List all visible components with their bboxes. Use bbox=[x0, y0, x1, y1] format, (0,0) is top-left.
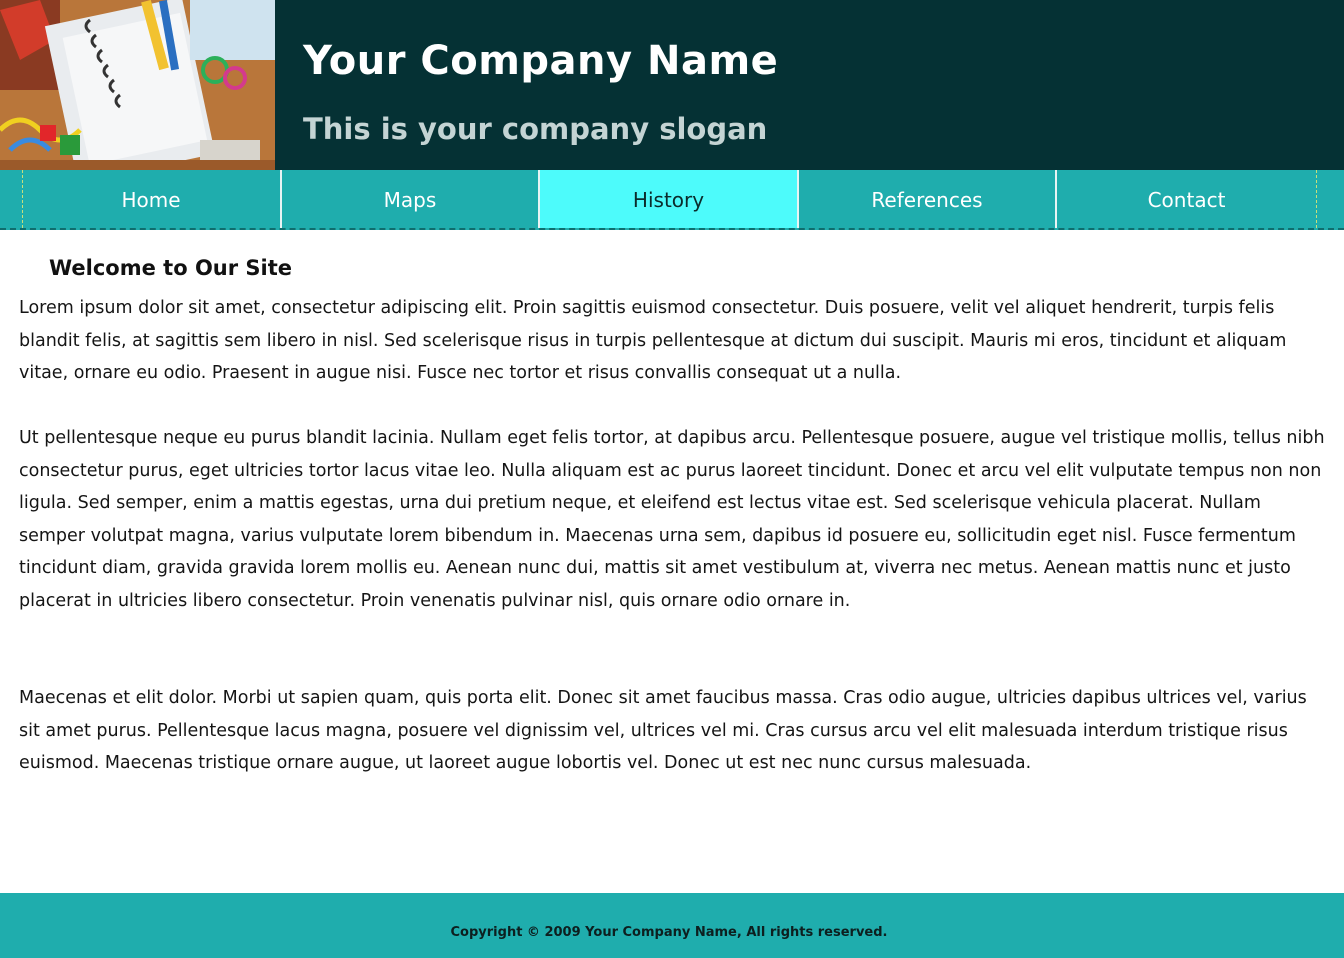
nav-item-references[interactable]: References bbox=[799, 170, 1057, 228]
content-paragraph: Lorem ipsum dolor sit amet, consectetur … bbox=[19, 298, 1287, 384]
nav-item-history[interactable]: History bbox=[540, 170, 799, 228]
company-name: Your Company Name bbox=[303, 38, 779, 84]
nav-item-contact[interactable]: Contact bbox=[1057, 170, 1316, 228]
content-paragraph: Maecenas et elit dolor. Morbi ut sapien … bbox=[19, 688, 1307, 774]
office-supplies-icon bbox=[0, 0, 275, 170]
site-footer: Copyright © 2009 Your Company Name, All … bbox=[0, 893, 1344, 958]
nav-divider bbox=[1316, 170, 1317, 228]
nav-item-home[interactable]: Home bbox=[22, 170, 282, 228]
office-supplies-image bbox=[0, 0, 275, 170]
main-nav: Home Maps History References Contact bbox=[0, 170, 1344, 230]
content-paragraph: Ut pellentesque neque eu purus blandit l… bbox=[19, 428, 1325, 611]
nav-item-maps[interactable]: Maps bbox=[282, 170, 540, 228]
copyright-text: Copyright © 2009 Your Company Name, All … bbox=[450, 925, 888, 940]
page-title: Welcome to Our Site bbox=[49, 256, 293, 280]
site-header: Your Company Name This is your company s… bbox=[0, 0, 1344, 170]
page: Your Company Name This is your company s… bbox=[0, 0, 1344, 958]
company-slogan: This is your company slogan bbox=[303, 112, 768, 146]
